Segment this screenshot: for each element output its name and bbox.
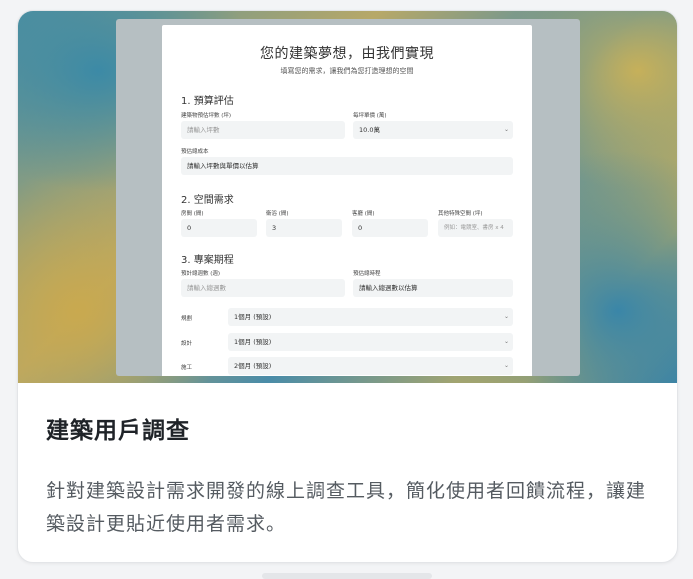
months-label: 預計總週數 (週) (181, 271, 221, 277)
screenshot-frame: 您的建築夢想，由我們實現 填寫您的需求，讓我們為您打造理想的空間 1. 預算評估… (116, 19, 580, 376)
budget-label: 預估總成本 (181, 149, 209, 155)
chevron-down-icon: ⌄ (503, 362, 509, 369)
estimate-label: 預估總時程 (353, 271, 381, 277)
section-space-heading: 2. 空間需求 (181, 195, 234, 206)
unit-price-value: 10.0萬 (359, 126, 380, 134)
chevron-down-icon: ⌄ (503, 338, 509, 345)
area-label: 建築物預估坪數 (坪) (181, 113, 232, 119)
phase-label-build: 施工 (181, 365, 193, 371)
form-title: 您的建築夢想，由我們實現 (260, 46, 434, 62)
budget-output: 請輸入坪數與單價以估算 (181, 157, 513, 175)
next-card-edge (262, 573, 432, 579)
other-space-input[interactable]: 例如：電競室、書房 x 4 (438, 219, 513, 237)
room1-input[interactable]: 0 (181, 219, 257, 237)
room2-label: 衛浴 (間) (266, 211, 289, 217)
survey-form-preview: 您的建築夢想，由我們實現 填寫您的需求，讓我們為您打造理想的空間 1. 預算評估… (162, 25, 532, 376)
section-schedule-heading: 3. 專案期程 (181, 255, 234, 266)
chevron-down-icon: ⌄ (503, 313, 509, 320)
area-input[interactable]: 請輸入坪數 (181, 121, 345, 139)
other-space-label: 其他特殊空間 (坪) (438, 211, 483, 217)
room1-label: 房間 (間) (181, 211, 204, 217)
project-card[interactable]: 您的建築夢想，由我們實現 填寫您的需求，讓我們為您打造理想的空間 1. 預算評估… (17, 10, 678, 563)
phase-select-build[interactable]: 2個月 (預設) ⌄ (228, 357, 513, 375)
unit-price-select[interactable]: 10.0萬 ⌄ (353, 121, 513, 139)
phase-value-plan: 1個月 (預設) (234, 313, 272, 321)
phase-select-plan[interactable]: 1個月 (預設) ⌄ (228, 308, 513, 326)
card-title: 建築用戶調查 (46, 418, 190, 444)
months-input[interactable]: 請輸入總週數 (181, 279, 345, 297)
unit-price-label: 每坪單價 (萬) (353, 113, 387, 119)
estimate-output: 請輸入總週數以估算 (353, 279, 513, 297)
hero-image: 您的建築夢想，由我們實現 填寫您的需求，讓我們為您打造理想的空間 1. 預算評估… (18, 11, 677, 383)
card-description: 針對建築設計需求開發的線上調查工具，簡化使用者回饋流程，讓建築設計更貼近使用者需… (46, 480, 647, 535)
room3-label: 客廳 (間) (352, 211, 375, 217)
phase-value-build: 2個月 (預設) (234, 362, 272, 370)
form-subtitle: 填寫您的需求，讓我們為您打造理想的空間 (280, 67, 414, 75)
room3-input[interactable]: 0 (352, 219, 428, 237)
section-budget-heading: 1. 預算評估 (181, 96, 234, 107)
chevron-down-icon: ⌄ (503, 126, 509, 133)
room2-input[interactable]: 3 (266, 219, 342, 237)
phase-value-design: 1個月 (預設) (234, 338, 272, 346)
phase-label-plan: 規劃 (181, 316, 193, 322)
phase-label-design: 設計 (181, 341, 193, 347)
phase-select-design[interactable]: 1個月 (預設) ⌄ (228, 333, 513, 351)
